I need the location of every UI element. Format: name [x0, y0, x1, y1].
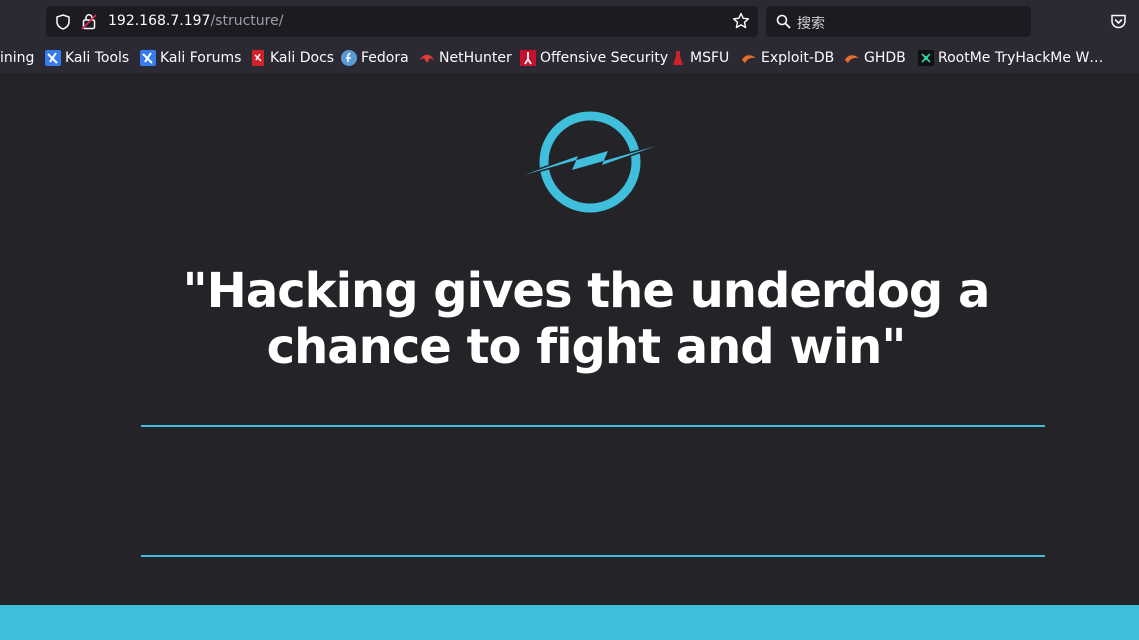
accent-band [0, 605, 1139, 640]
address-bar[interactable]: 192.168.7.197/structure/ [46, 6, 758, 37]
hero-quote: "Hacking gives the underdog a chance to … [100, 263, 1072, 375]
url-host: 192.168.7.197 [108, 13, 211, 29]
bookmark-exploit-db[interactable]: Exploit-DB [741, 49, 834, 67]
bookmark-label: Kali Forums [160, 50, 242, 66]
search-placeholder: 搜索 [797, 16, 825, 32]
fedora-icon [341, 50, 357, 66]
rootme-icon [918, 50, 934, 66]
pocket-icon[interactable] [1110, 13, 1127, 30]
bookmark-kali-tools[interactable]: Kali Tools [45, 49, 129, 67]
bookmark-nethunter[interactable]: NetHunter [419, 49, 512, 67]
bookmark-label: Kali Docs [270, 50, 335, 66]
bookmark-label: Kali Tools [65, 50, 130, 66]
bookmark-kali-docs[interactable]: Kali Docs [250, 49, 334, 67]
kali-docs-icon [252, 50, 264, 66]
kali-icon [140, 50, 156, 66]
bookmark-kali-forums[interactable]: Kali Forums [140, 49, 241, 67]
browser-toolbar: 192.168.7.197/structure/ 搜索 [0, 0, 1139, 43]
exploitdb-icon [742, 55, 756, 63]
divider-top [141, 425, 1045, 427]
divider-bottom [141, 555, 1045, 557]
ghdb-icon [845, 55, 859, 63]
bookmark-offensive-security[interactable]: Offensive Security [520, 49, 668, 67]
bookmark-label: MSFU [690, 50, 730, 66]
bookmark-rootme-tryhackme[interactable]: RootMe TryHackMe W… [918, 49, 1103, 67]
bookmark-label: Offensive Security [540, 50, 669, 66]
msfu-icon [673, 51, 683, 65]
bookmark-training[interactable]: ining [0, 49, 34, 67]
bookmark-label: ining [0, 50, 35, 66]
bookmark-label: RootMe TryHackMe W… [938, 50, 1104, 66]
bookmark-label: GHDB [864, 50, 906, 66]
bookmark-fedora[interactable]: Fedora [341, 49, 409, 67]
nethunter-icon [420, 54, 434, 63]
offsec-icon [520, 50, 536, 66]
insecure-lock-icon[interactable] [81, 13, 97, 30]
bookmark-msfu[interactable]: MSFU [670, 49, 729, 67]
quote-line-1: "Hacking gives the underdog a [182, 263, 991, 319]
url-text[interactable]: 192.168.7.197/structure/ [108, 13, 283, 29]
search-icon [776, 14, 791, 29]
tracking-protection-shield-icon[interactable] [55, 14, 71, 30]
url-path: /structure/ [210, 13, 284, 29]
bookmark-label: NetHunter [439, 50, 512, 66]
quote-line-2: chance to fight and win" [266, 319, 907, 375]
lightning-logo-icon [522, 111, 658, 213]
bookmark-star-icon[interactable] [732, 12, 750, 30]
kali-icon [45, 50, 61, 66]
bookmark-ghdb[interactable]: GHDB [844, 49, 906, 67]
bookmark-label: Fedora [361, 50, 409, 66]
bookmarks-toolbar: ining Kali Tools Kali Forums Kali Docs F… [0, 43, 1139, 73]
search-bar[interactable]: 搜索 [766, 6, 1031, 37]
page-content: "Hacking gives the underdog a chance to … [0, 73, 1139, 640]
bookmark-label: Exploit-DB [761, 50, 835, 66]
